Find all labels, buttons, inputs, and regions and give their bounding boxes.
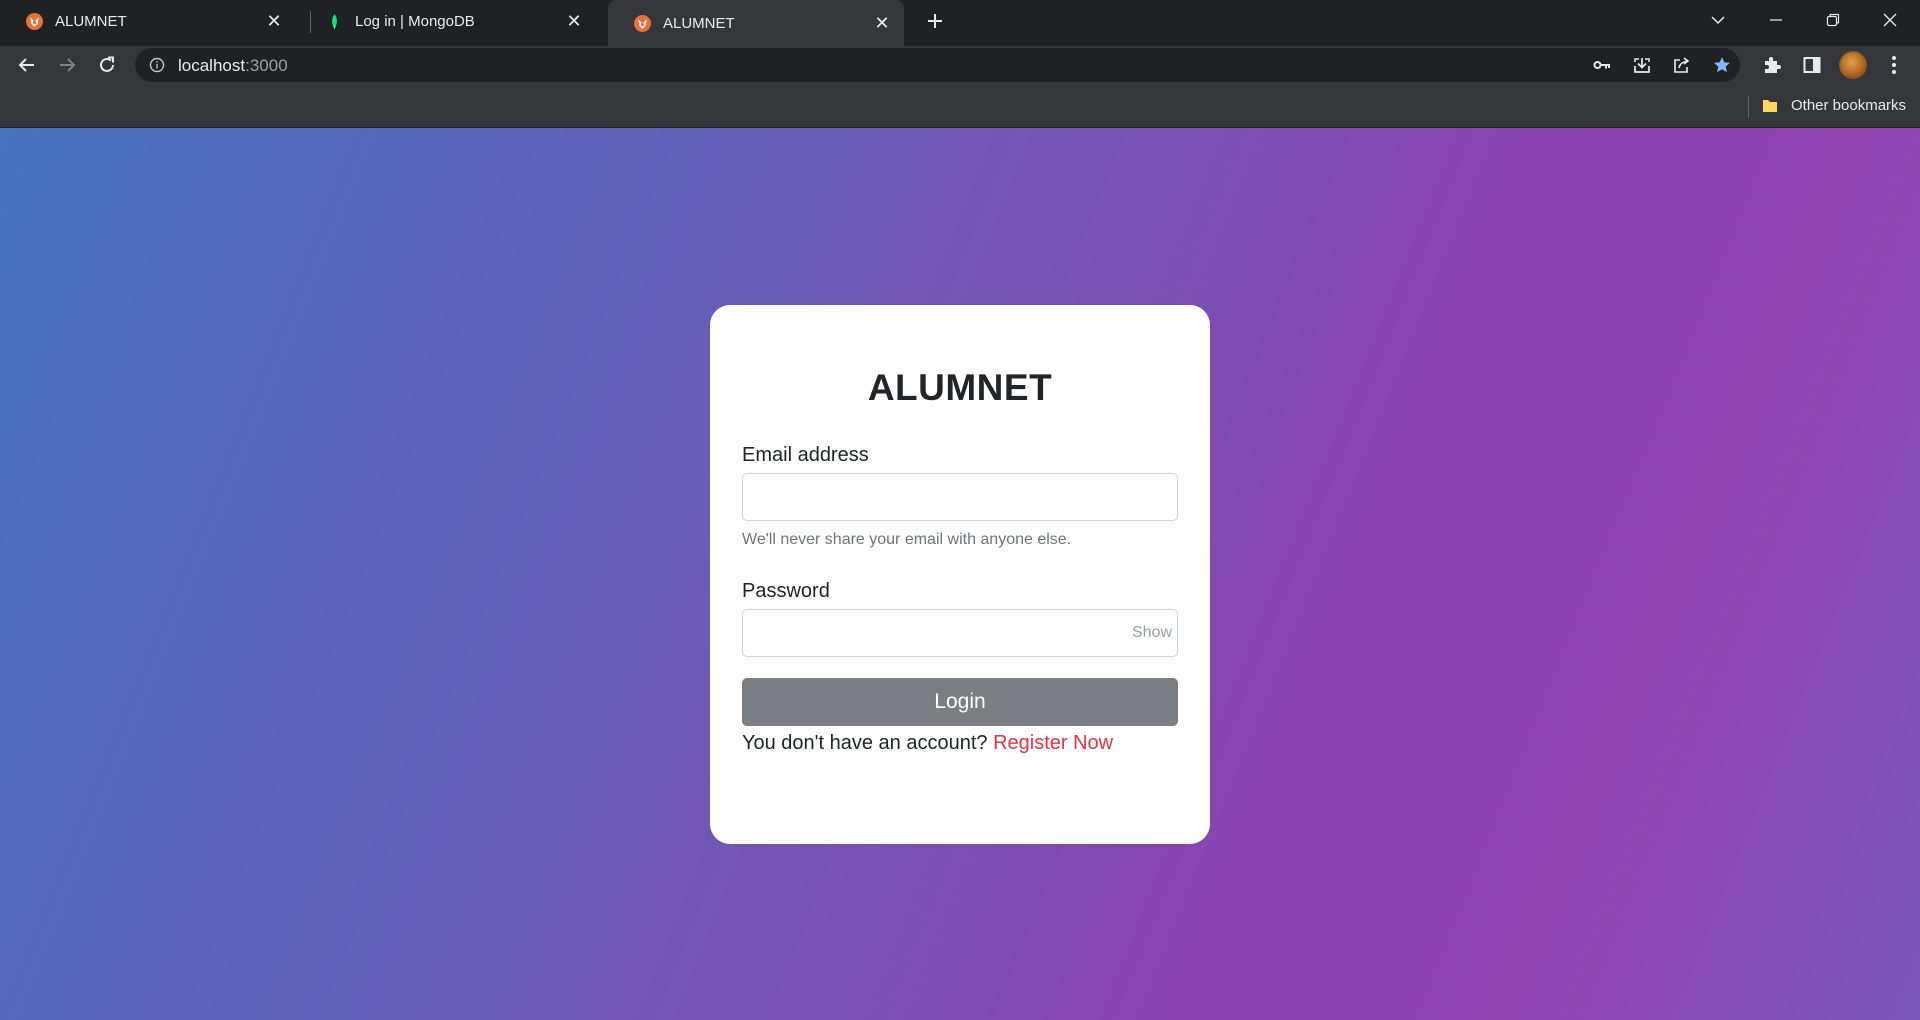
url-host: localhost [178, 56, 246, 75]
bookmarks-divider [1748, 96, 1749, 118]
puzzle-icon [1765, 57, 1781, 73]
email-help-text: We'll never share your email with anyone… [742, 531, 1072, 548]
password-label: Password [742, 580, 830, 602]
forward-button[interactable] [51, 49, 83, 81]
minimize-button[interactable] [1748, 0, 1804, 40]
register-now-link[interactable]: Register Now [993, 732, 1113, 754]
tab-alumnet-active[interactable]: ALUMNET ✕ [608, 0, 904, 46]
app-title: ALUMNET [867, 367, 1053, 408]
more-vertical-icon [1892, 56, 1896, 74]
tab-mongodb[interactable]: Log in | MongoDB ✕ [300, 0, 596, 42]
back-button[interactable] [11, 49, 43, 81]
key-icon [1593, 61, 1610, 69]
url-text[interactable]: localhost:3000 [178, 56, 288, 76]
star-icon [1714, 57, 1730, 73]
page-background: ALUMNET Email address We'll never share … [0, 128, 1920, 1020]
close-icon[interactable]: ✕ [870, 11, 894, 35]
email-field[interactable] [742, 473, 1178, 521]
tab-strip: ALUMNET ✕ Log in | MongoDB ✕ ALUMNET ✕ [0, 0, 1920, 46]
reload-button[interactable] [91, 49, 123, 81]
login-button[interactable]: Login [742, 678, 1178, 726]
new-tab-button[interactable] [919, 7, 951, 35]
other-bookmarks[interactable]: Other bookmarks [1791, 97, 1906, 114]
share-icon [1674, 57, 1690, 73]
tab-alumnet-1[interactable]: ALUMNET ✕ [0, 0, 296, 42]
tab-title: ALUMNET [663, 14, 735, 32]
arrow-right-icon [60, 58, 76, 72]
arrow-left-icon [18, 58, 34, 72]
side-panel-button[interactable] [1798, 51, 1826, 79]
close-icon[interactable]: ✕ [262, 9, 286, 33]
fox-logo-icon [634, 14, 651, 32]
close-window-button[interactable] [1862, 0, 1918, 40]
address-bar[interactable]: localhost:3000 [135, 48, 1740, 82]
tab-title: Log in | MongoDB [355, 12, 475, 30]
tab-title: ALUMNET [55, 12, 127, 30]
info-icon[interactable] [149, 57, 165, 73]
register-prompt: You don't have an account? [742, 732, 988, 754]
extensions-button[interactable] [1758, 51, 1786, 79]
login-card: ALUMNET Email address We'll never share … [710, 305, 1210, 844]
restore-button[interactable] [1805, 0, 1861, 40]
email-label: Email address [742, 444, 869, 466]
plus-icon [928, 14, 942, 28]
password-field[interactable] [742, 609, 1178, 657]
bookmarks-bar: Other bookmarks [0, 84, 1920, 128]
folder-icon [1763, 100, 1777, 112]
close-icon[interactable]: ✕ [562, 9, 586, 33]
side-panel-icon [1803, 57, 1821, 73]
chevron-down-icon [1711, 16, 1725, 25]
profile-avatar[interactable] [1840, 52, 1866, 78]
minimize-icon [1770, 19, 1782, 21]
download-icon [1634, 58, 1650, 73]
browser-menu-button[interactable] [1880, 51, 1908, 79]
register-line: You don't have an account? Register Now [742, 732, 1113, 755]
bookmark-star-button[interactable] [1709, 53, 1735, 77]
tab-search-button[interactable] [1690, 0, 1746, 40]
install-app-button[interactable] [1629, 53, 1655, 77]
mongodb-leaf-icon [332, 13, 337, 29]
url-port: :3000 [245, 56, 288, 75]
password-key-button[interactable] [1589, 53, 1615, 77]
fox-logo-icon [26, 12, 43, 30]
restore-icon [1826, 13, 1840, 27]
reload-icon [100, 56, 114, 72]
browser-toolbar: localhost:3000 [0, 46, 1920, 84]
share-button[interactable] [1669, 53, 1695, 77]
show-password-toggle[interactable]: Show [1132, 624, 1172, 642]
close-icon [1883, 13, 1897, 27]
